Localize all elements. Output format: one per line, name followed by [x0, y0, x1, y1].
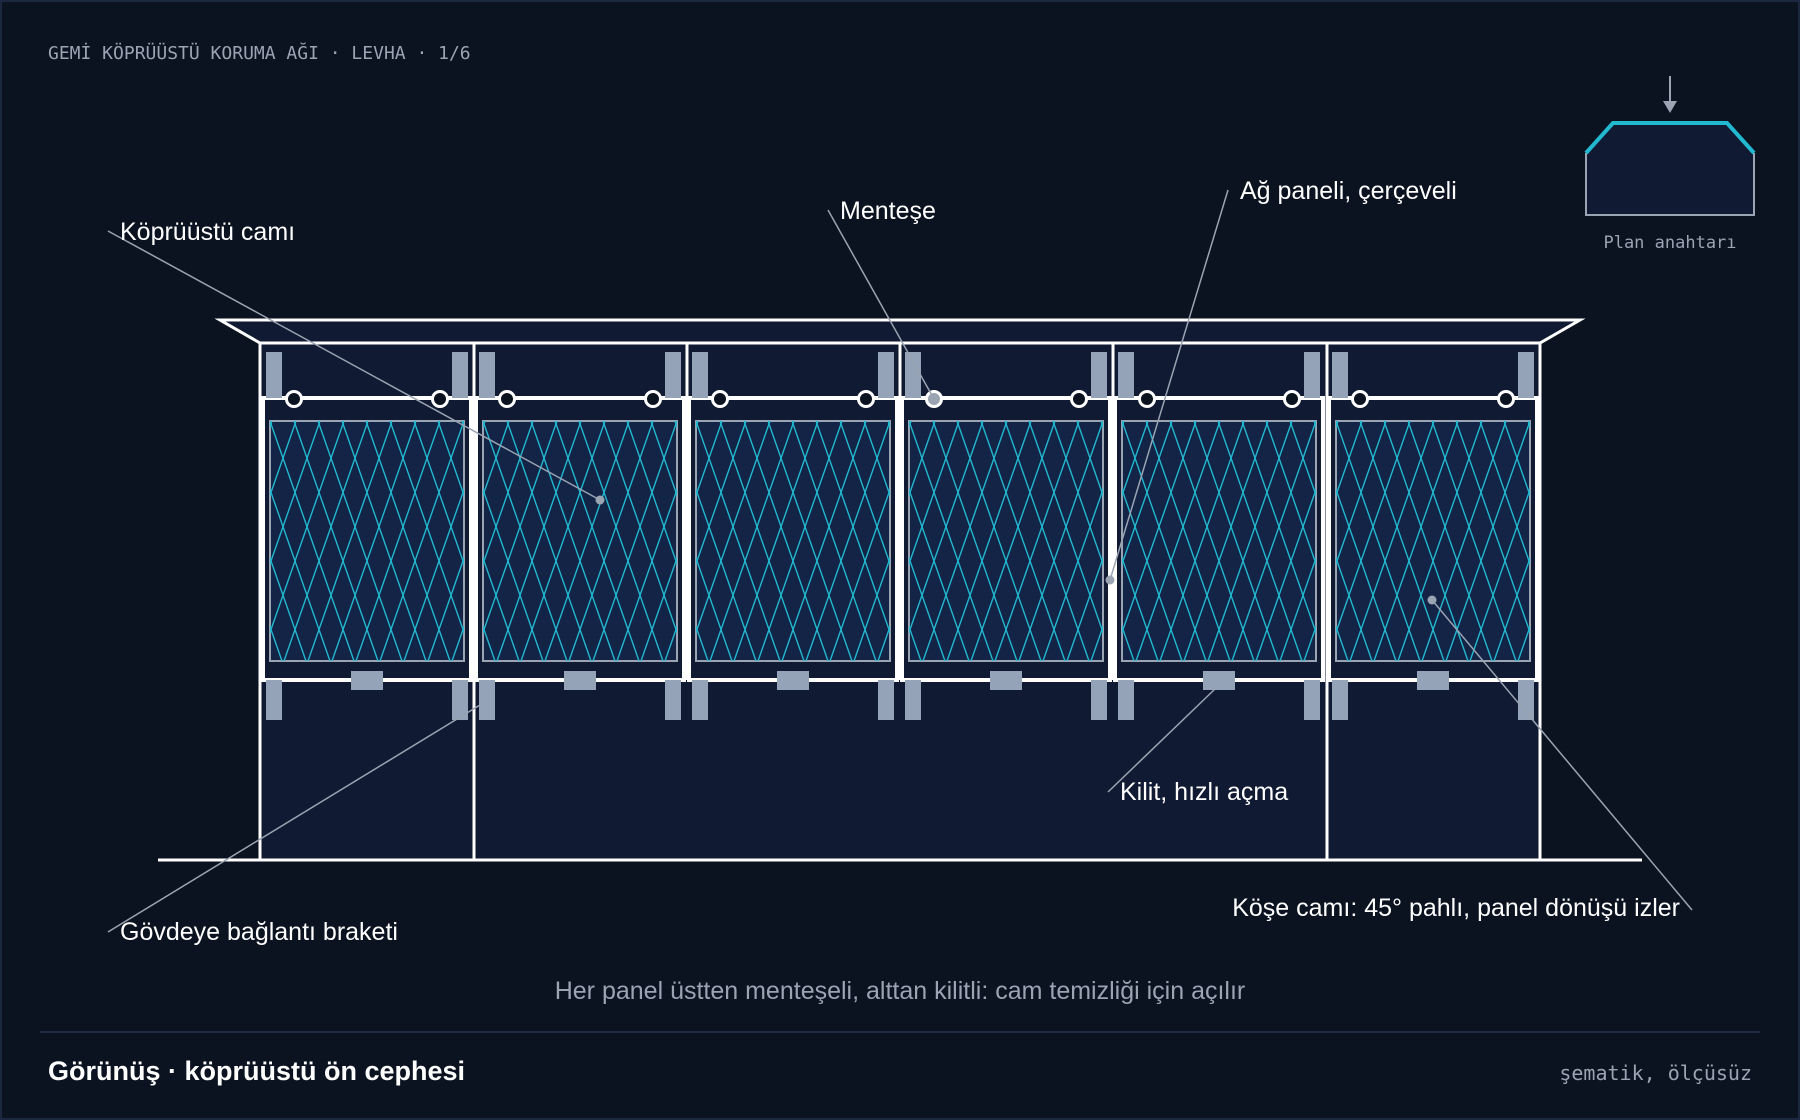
hinge-bracket	[1118, 352, 1134, 398]
plan-key-outline	[1585, 153, 1755, 216]
hinge-icon	[1351, 390, 1369, 408]
leader-dot	[1427, 595, 1437, 605]
hinge-bracket	[665, 352, 681, 398]
latch-icon	[1203, 671, 1235, 690]
hinge-icon	[1283, 390, 1301, 408]
hinge-icon	[644, 390, 662, 408]
hinge-icon	[711, 390, 729, 408]
mounting-bracket	[266, 680, 282, 720]
hinge-icon	[1497, 390, 1515, 408]
hinge-bracket	[878, 352, 894, 398]
diagram-caption: Her panel üstten menteşeli, alttan kilit…	[555, 977, 1246, 1005]
panel-glass	[482, 420, 678, 662]
mounting-bracket	[665, 680, 681, 720]
latch-icon	[777, 671, 809, 690]
hinge-bracket	[1518, 352, 1534, 398]
callout-hinge: Menteşe	[840, 197, 936, 225]
callout-corner-glass: Köşe camı: 45° pahlı, panel dönüşü izler	[1232, 894, 1680, 922]
scale-note: şematik, ölçüsüz	[1559, 1061, 1752, 1085]
callout-mesh-panel: Ağ paneli, çerçeveli	[1240, 177, 1457, 205]
hinge-bracket	[1091, 352, 1107, 398]
sheet-header: GEMİ KÖPRÜÜSTÜ KORUMA AĞI · LEVHA · 1/6	[48, 42, 471, 64]
callout-glass: Köprüüstü camı	[120, 218, 295, 246]
panel-glass	[1121, 420, 1317, 662]
hinge-icon	[431, 390, 449, 408]
mounting-bracket	[1304, 680, 1320, 720]
panel-glass	[1335, 420, 1531, 662]
mounting-bracket	[905, 680, 921, 720]
latch-icon	[564, 671, 596, 690]
hinge-bracket	[692, 352, 708, 398]
mounting-bracket	[692, 680, 708, 720]
latch-icon	[990, 671, 1022, 690]
mounting-bracket	[878, 680, 894, 720]
mounting-bracket	[1091, 680, 1107, 720]
latch-icon	[1417, 671, 1449, 690]
sheet-canvas: GEMİ KÖPRÜÜSTÜ KORUMA AĞI · LEVHA · 1/6 …	[0, 0, 1800, 1120]
hinge-icon	[1138, 390, 1156, 408]
callout-latch: Kilit, hızlı açma	[1120, 778, 1288, 806]
hinge-icon	[498, 390, 516, 408]
hinge-bracket	[1304, 352, 1320, 398]
mounting-bracket	[479, 680, 495, 720]
latch-icon	[351, 671, 383, 690]
callout-bracket: Gövdeye bağlantı braketi	[120, 918, 398, 946]
leader-dot	[595, 495, 605, 505]
panel-glass	[269, 420, 465, 662]
sheet-title: Görünüş · köprüüstü ön cephesi	[48, 1056, 465, 1086]
hinge-bracket	[266, 352, 282, 398]
leader-dot	[1105, 575, 1115, 585]
hinge-bracket	[905, 352, 921, 398]
hinge-icon	[857, 390, 875, 408]
hinge-icon	[1070, 390, 1088, 408]
hinge-icon	[285, 390, 303, 408]
mounting-bracket	[1118, 680, 1134, 720]
panel-glass	[908, 420, 1104, 662]
mounting-bracket	[1518, 680, 1534, 720]
hinge-bracket	[1332, 352, 1348, 398]
panel-glass	[695, 420, 891, 662]
mounting-bracket	[1332, 680, 1348, 720]
hinge-bracket	[452, 352, 468, 398]
plan-key-label: Plan anahtarı	[1603, 233, 1736, 253]
hinge-bracket	[479, 352, 495, 398]
